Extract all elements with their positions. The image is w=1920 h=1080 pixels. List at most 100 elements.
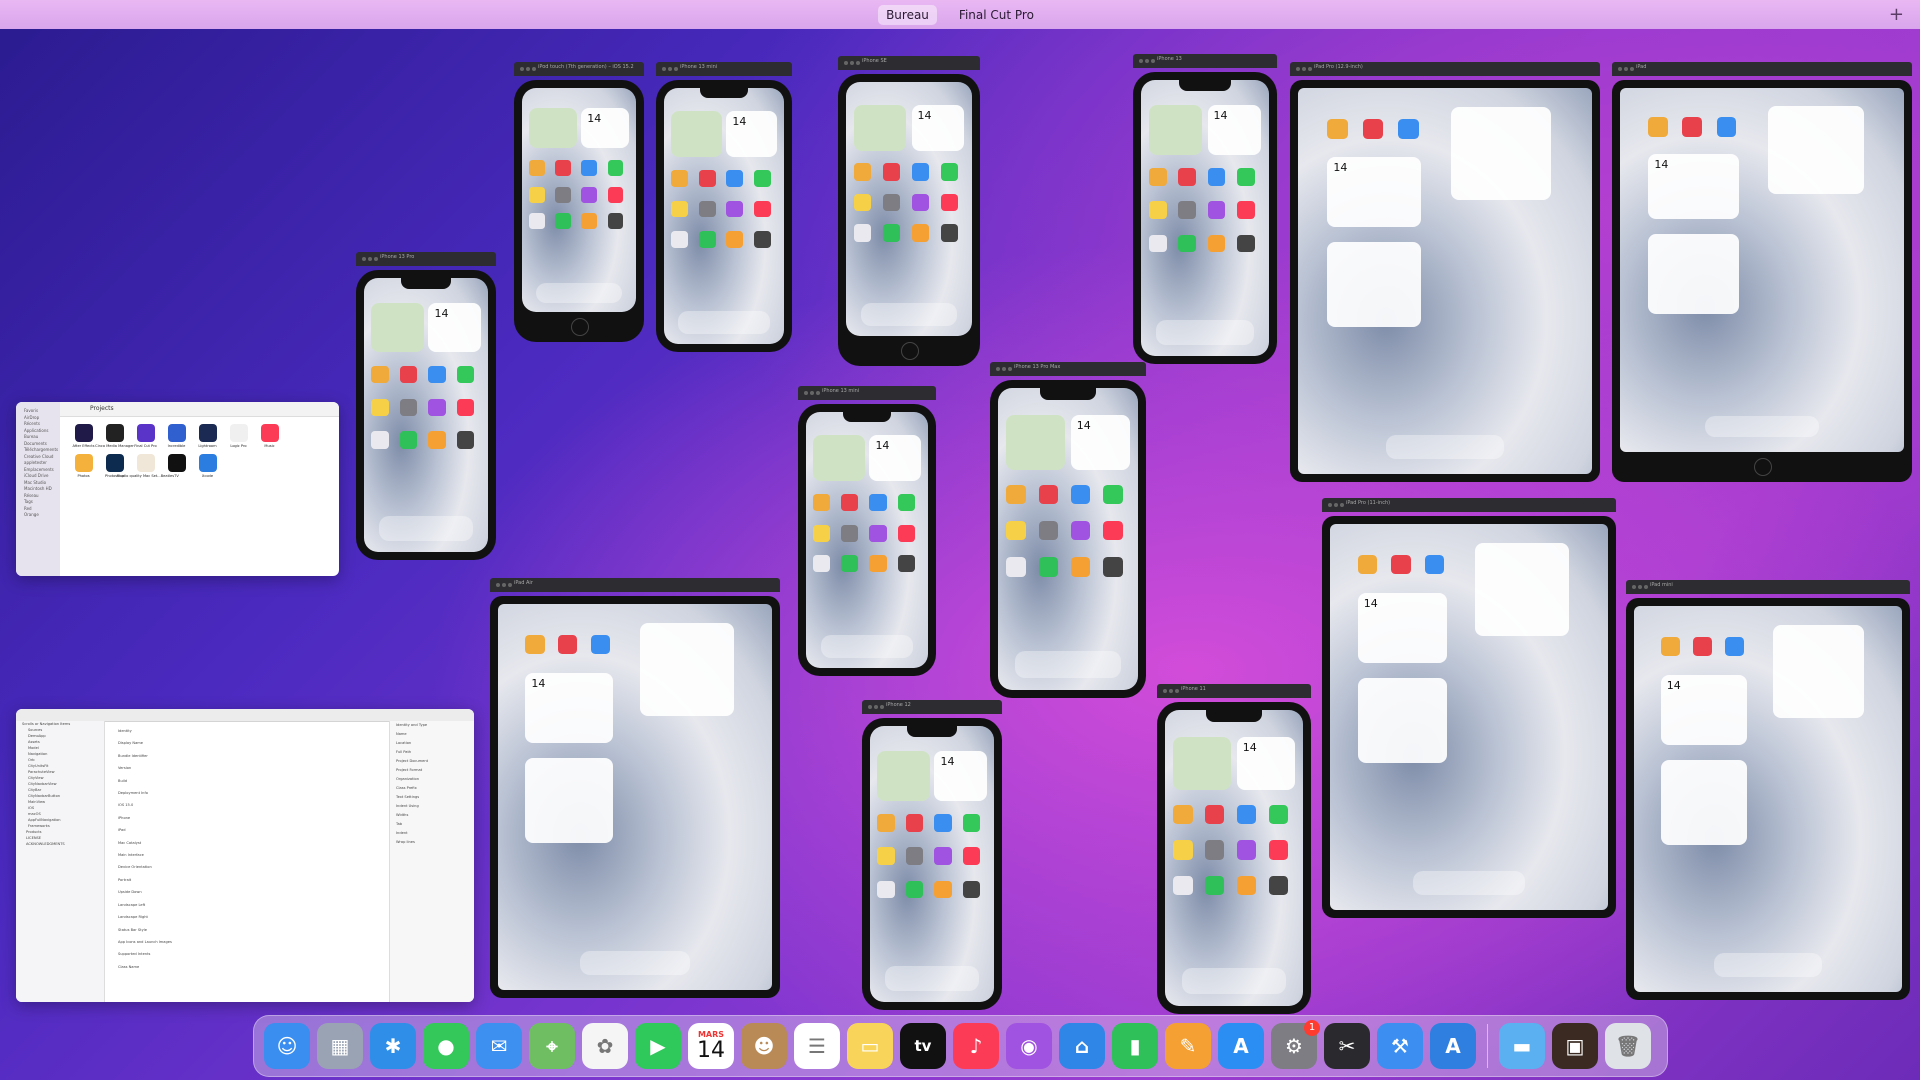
app-icon[interactable] — [1391, 554, 1411, 575]
device-screen[interactable]: 14 — [522, 88, 636, 312]
app-icon[interactable] — [1237, 234, 1255, 253]
app-icon[interactable] — [428, 431, 446, 449]
home-button[interactable] — [901, 342, 919, 360]
dock-item-photos[interactable]: ✿ — [582, 1023, 628, 1069]
simulator-window[interactable]: iPhone 13 Pro Max 14 — [990, 362, 1146, 698]
app-icon[interactable] — [399, 365, 418, 384]
dock-item-final-cut-pro[interactable]: ✂ — [1324, 1023, 1370, 1069]
dock-item-mail[interactable]: ✉ — [476, 1023, 522, 1069]
app-icon[interactable] — [555, 213, 571, 230]
calendar-widget[interactable]: 14 — [428, 302, 481, 352]
reminders-widget[interactable] — [1648, 233, 1740, 314]
simulator-window[interactable]: iPhone 13 mini 14 — [798, 386, 936, 676]
maps-widget[interactable] — [671, 111, 722, 158]
dock-item-system-preferences[interactable]: ⚙ 1 — [1271, 1020, 1320, 1069]
app-icon[interactable] — [754, 231, 771, 249]
app-icon[interactable] — [853, 193, 872, 212]
simulator-title-bar[interactable]: iPhone SE — [838, 56, 980, 70]
simulator-window[interactable]: iPhone 13 mini 14 — [656, 62, 792, 352]
simulator-window[interactable]: iPad mini 14 — [1626, 580, 1910, 1000]
app-icon[interactable] — [963, 880, 981, 898]
space-bureau[interactable]: Bureau — [878, 4, 937, 25]
app-icon[interactable] — [371, 431, 389, 449]
app-icon[interactable] — [581, 186, 598, 203]
app-icon[interactable] — [882, 193, 901, 212]
device-screen[interactable]: 14 — [998, 388, 1138, 690]
window-control-dot[interactable] — [1302, 67, 1306, 71]
app-icon[interactable] — [1207, 168, 1226, 187]
finder-app-item[interactable]: TV — [161, 454, 192, 478]
window-control-dot[interactable] — [1638, 585, 1642, 589]
app-icon[interactable] — [1268, 875, 1288, 896]
app-icon[interactable] — [1207, 234, 1226, 253]
app-icon[interactable] — [726, 231, 744, 249]
app-icon[interactable] — [754, 200, 771, 218]
window-control-dot[interactable] — [520, 67, 524, 71]
add-space-button[interactable]: + — [1889, 4, 1904, 25]
app-icon[interactable] — [841, 493, 859, 511]
app-icon[interactable] — [869, 555, 887, 573]
simulator-title-bar[interactable]: iPhone 13 Pro Max — [990, 362, 1146, 376]
window-control-dot[interactable] — [668, 67, 672, 71]
simulator-window[interactable]: iPhone 13 Pro 14 — [356, 252, 496, 560]
calendar-widget[interactable]: 14 — [934, 750, 987, 801]
window-control-dot[interactable] — [1624, 67, 1628, 71]
app-icon[interactable] — [754, 169, 771, 187]
simulator-title-bar[interactable]: iPad — [1612, 62, 1912, 76]
window-control-dot[interactable] — [1145, 59, 1149, 63]
dock-item-contacts[interactable]: ☻ — [741, 1023, 787, 1069]
dock-item-maps[interactable]: ⌖ — [529, 1023, 575, 1069]
xcode-window[interactable]: Scrolls or Navigation Items Sources DemoAp… — [16, 709, 474, 1002]
app-icon[interactable] — [1236, 840, 1257, 860]
window-control-dot[interactable] — [1328, 503, 1332, 507]
device-screen[interactable]: 14 — [364, 278, 488, 552]
app-icon[interactable] — [869, 524, 887, 542]
finder-app-item[interactable]: Photos — [68, 454, 99, 478]
app-icon[interactable] — [528, 159, 545, 176]
app-icon[interactable] — [853, 224, 872, 242]
app-icon[interactable] — [1038, 520, 1059, 541]
app-icon[interactable] — [1103, 557, 1123, 577]
news-widget[interactable] — [1767, 106, 1865, 194]
app-icon[interactable] — [882, 224, 901, 242]
dock-item-app-store[interactable]: A — [1218, 1023, 1264, 1069]
app-icon[interactable] — [934, 880, 952, 898]
app-icon[interactable] — [1173, 875, 1193, 896]
app-icon[interactable] — [457, 365, 475, 384]
app-icon[interactable] — [813, 524, 831, 542]
app-icon[interactable] — [963, 814, 981, 832]
app-icon[interactable] — [1237, 201, 1255, 220]
simulator-title-bar[interactable]: iPhone 13 Pro — [356, 252, 496, 266]
app-icon[interactable] — [1070, 557, 1091, 577]
app-icon[interactable] — [457, 431, 475, 449]
app-icon[interactable] — [1725, 636, 1744, 656]
finder-sidebar-item[interactable]: Orange — [16, 512, 60, 519]
finder-app-item[interactable]: Cinco Media Manager — [95, 424, 134, 448]
app-icon[interactable] — [607, 186, 624, 203]
simulator-window[interactable]: iPad Pro (12.9-inch) 14 — [1290, 62, 1600, 482]
simulator-title-bar[interactable]: iPod touch (7th generation) – iOS 15.2 — [514, 62, 644, 76]
calendar-widget[interactable]: 14 — [1648, 153, 1740, 220]
simulator-title-bar[interactable]: iPad Pro (12.9-inch) — [1290, 62, 1600, 76]
app-icon[interactable] — [1178, 234, 1197, 253]
simulator-window[interactable]: iPhone SE 14 — [838, 56, 980, 366]
app-icon[interactable] — [1148, 201, 1167, 220]
app-icon[interactable] — [1716, 117, 1737, 137]
window-control-dot[interactable] — [1618, 67, 1622, 71]
app-icon[interactable] — [1357, 554, 1378, 575]
dock-item-tv[interactable]: tv — [900, 1023, 946, 1069]
window-control-dot[interactable] — [810, 391, 814, 395]
window-control-dot[interactable] — [526, 67, 530, 71]
app-icon[interactable] — [726, 200, 744, 218]
device-screen[interactable]: 14 — [1634, 606, 1902, 992]
window-control-dot[interactable] — [1008, 367, 1012, 371]
app-icon[interactable] — [1038, 484, 1059, 505]
app-icon[interactable] — [1660, 636, 1680, 656]
app-icon[interactable] — [877, 814, 895, 832]
finder-app-item[interactable]: Music — [254, 424, 285, 448]
app-icon[interactable] — [1038, 557, 1059, 577]
window-control-dot[interactable] — [804, 391, 808, 395]
window-control-dot[interactable] — [844, 61, 848, 65]
simulator-title-bar[interactable]: iPhone 13 mini — [798, 386, 936, 400]
app-icon[interactable] — [1178, 201, 1197, 220]
